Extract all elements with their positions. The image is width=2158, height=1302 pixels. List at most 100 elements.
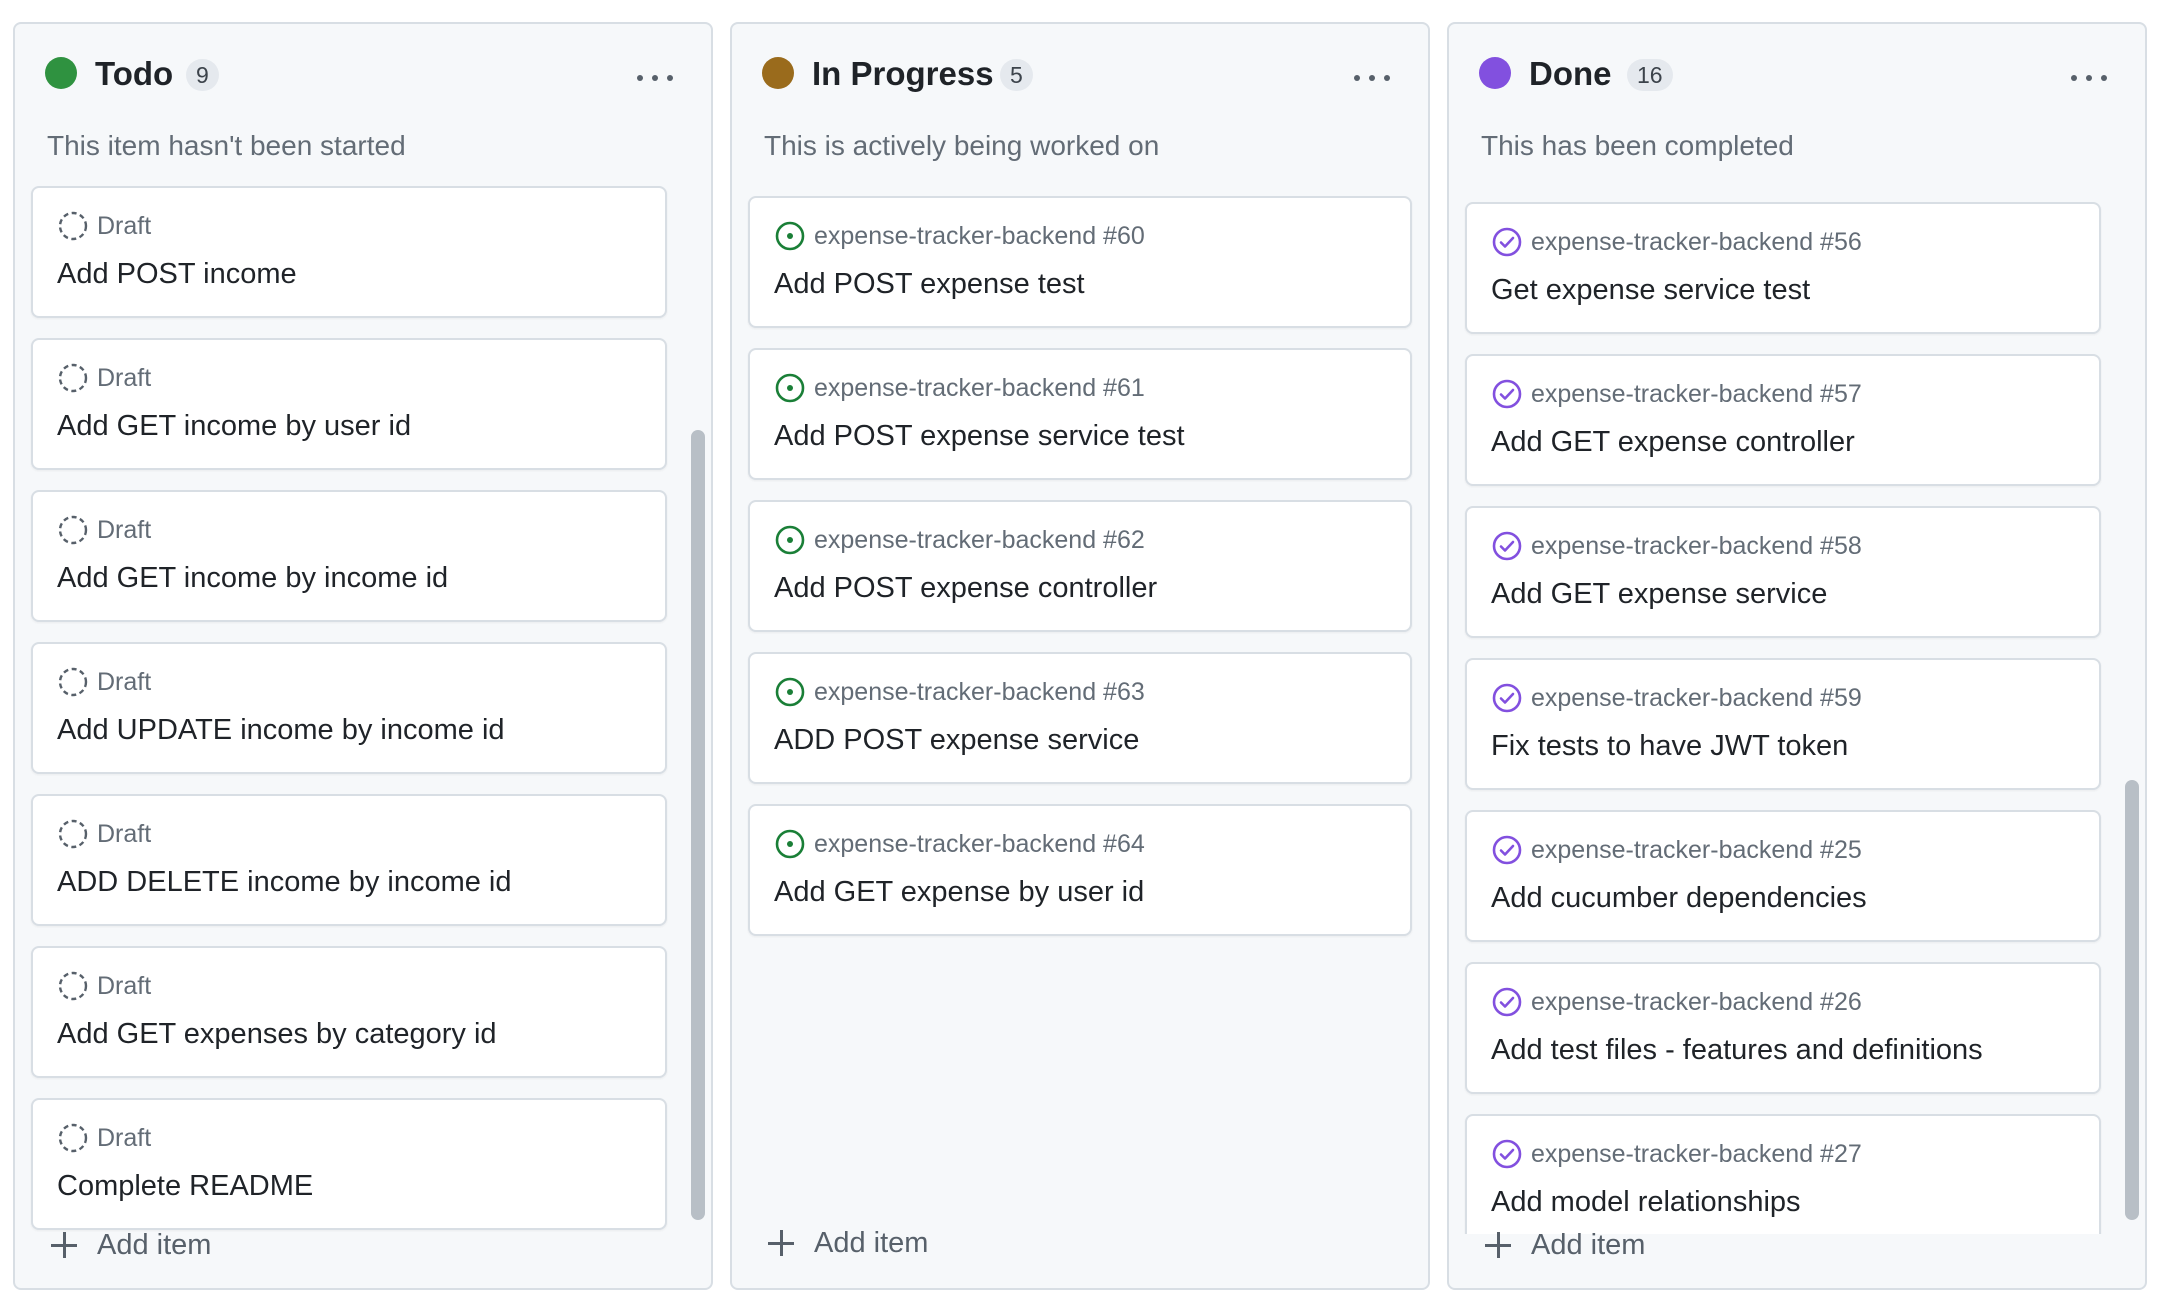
card[interactable]: expense-tracker-backend #64 Add GET expe… — [748, 804, 1412, 936]
card[interactable]: Draft Add POST income — [31, 186, 667, 318]
column-count-badge: 16 — [1627, 59, 1673, 91]
card-meta: Draft — [97, 1123, 152, 1152]
column-card-list: expense-tracker-backend #60 Add POST exp… — [732, 166, 1428, 1234]
draft-icon — [58, 515, 88, 545]
card-title[interactable]: Add GET income by user id — [57, 410, 411, 443]
card-meta: Draft — [97, 211, 152, 240]
card-title[interactable]: Get expense service test — [1491, 274, 1810, 307]
column-count-badge: 9 — [186, 59, 219, 91]
column-header: Done 16 This has been completed — [1449, 24, 2145, 164]
card-meta[interactable]: expense-tracker-backend #27 — [1531, 1140, 1862, 1169]
card[interactable]: Draft Add GET expenses by category id — [31, 946, 667, 1078]
card-title[interactable]: Add UPDATE income by income id — [57, 714, 505, 747]
scrollbar[interactable] — [691, 166, 705, 1234]
closed-issue-icon — [1492, 1139, 1522, 1169]
card-title[interactable]: Add GET expense service — [1491, 578, 1827, 611]
card-title[interactable]: ADD DELETE income by income id — [57, 866, 512, 899]
card-meta[interactable]: expense-tracker-backend #63 — [814, 678, 1145, 707]
card-meta[interactable]: expense-tracker-backend #56 — [1531, 228, 1862, 257]
column-count-badge: 5 — [1000, 59, 1033, 91]
card-meta: Draft — [97, 363, 152, 392]
card-title[interactable]: Add GET expense controller — [1491, 426, 1855, 459]
card-meta[interactable]: expense-tracker-backend #25 — [1531, 836, 1862, 865]
column-title: Done — [1529, 55, 1612, 92]
ellipsis-icon — [637, 75, 643, 81]
ellipsis-icon — [2101, 75, 2107, 81]
project-board: Todo 9 This item hasn't been started Dra… — [0, 0, 2158, 1302]
card-title[interactable]: Add POST expense service test — [774, 420, 1185, 453]
card-title[interactable]: Add GET income by income id — [57, 562, 448, 595]
add-item-button[interactable]: Add item — [768, 1220, 928, 1266]
status-dot-icon — [45, 57, 77, 89]
card-meta[interactable]: expense-tracker-backend #64 — [814, 830, 1145, 859]
card[interactable]: expense-tracker-backend #59 Fix tests to… — [1465, 658, 2101, 790]
scrollbar[interactable] — [2125, 166, 2139, 1234]
card-meta[interactable]: expense-tracker-backend #59 — [1531, 684, 1862, 713]
open-issue-icon — [775, 221, 805, 251]
closed-issue-icon — [1492, 379, 1522, 409]
card-title[interactable]: Add POST income — [57, 258, 297, 291]
card[interactable]: Draft ADD DELETE income by income id — [31, 794, 667, 926]
card-title[interactable]: Complete README — [57, 1170, 313, 1203]
closed-issue-icon — [1492, 683, 1522, 713]
column-done: Done 16 This has been completed expense-… — [1447, 22, 2147, 1290]
ellipsis-icon — [1384, 75, 1390, 81]
card-title[interactable]: Add test files - features and definition… — [1491, 1034, 1983, 1067]
column-menu-button[interactable] — [2069, 68, 2109, 88]
open-issue-icon — [775, 829, 805, 859]
card-title[interactable]: Add cucumber dependencies — [1491, 882, 1867, 915]
card[interactable]: expense-tracker-backend #26 Add test fil… — [1465, 962, 2101, 1094]
card-title[interactable]: Add GET expenses by category id — [57, 1018, 497, 1051]
draft-icon — [58, 211, 88, 241]
card[interactable]: expense-tracker-backend #63 ADD POST exp… — [748, 652, 1412, 784]
open-issue-icon — [775, 677, 805, 707]
scrollbar-thumb[interactable] — [691, 430, 705, 1220]
ellipsis-icon — [2071, 75, 2077, 81]
card-meta: Draft — [97, 819, 152, 848]
column-description: This is actively being worked on — [764, 130, 1160, 161]
card[interactable]: expense-tracker-backend #57 Add GET expe… — [1465, 354, 2101, 486]
card[interactable]: expense-tracker-backend #60 Add POST exp… — [748, 196, 1412, 328]
draft-icon — [58, 363, 88, 393]
closed-issue-icon — [1492, 835, 1522, 865]
card[interactable]: expense-tracker-backend #62 Add POST exp… — [748, 500, 1412, 632]
column-description: This has been completed — [1481, 130, 1794, 161]
card-meta[interactable]: expense-tracker-backend #57 — [1531, 380, 1862, 409]
card[interactable]: expense-tracker-backend #25 Add cucumber… — [1465, 810, 2101, 942]
scrollbar-thumb[interactable] — [2125, 780, 2139, 1220]
column-title: Todo — [95, 55, 174, 92]
plus-icon — [51, 1232, 77, 1258]
card[interactable]: expense-tracker-backend #56 Get expense … — [1465, 202, 2101, 334]
card-meta[interactable]: expense-tracker-backend #26 — [1531, 988, 1862, 1017]
card-meta[interactable]: expense-tracker-backend #62 — [814, 526, 1145, 555]
draft-icon — [58, 667, 88, 697]
card[interactable]: expense-tracker-backend #27 Add model re… — [1465, 1114, 2101, 1234]
closed-issue-icon — [1492, 531, 1522, 561]
card-meta[interactable]: expense-tracker-backend #61 — [814, 374, 1145, 403]
card-title[interactable]: Add POST expense controller — [774, 572, 1157, 605]
add-item-button[interactable]: Add item — [51, 1222, 211, 1268]
card[interactable]: Draft Add UPDATE income by income id — [31, 642, 667, 774]
add-item-label: Add item — [814, 1226, 929, 1259]
card-meta: Draft — [97, 667, 152, 696]
closed-issue-icon — [1492, 227, 1522, 257]
card-meta[interactable]: expense-tracker-backend #60 — [814, 222, 1145, 251]
card[interactable]: Draft Add GET income by user id — [31, 338, 667, 470]
card-title[interactable]: Fix tests to have JWT token — [1491, 730, 1848, 763]
add-item-button[interactable]: Add item — [1485, 1222, 1645, 1268]
card[interactable]: expense-tracker-backend #61 Add POST exp… — [748, 348, 1412, 480]
draft-icon — [58, 971, 88, 1001]
card[interactable]: expense-tracker-backend #58 Add GET expe… — [1465, 506, 2101, 638]
card[interactable]: Draft Complete README — [31, 1098, 667, 1230]
card-title[interactable]: Add model relationships — [1491, 1186, 1801, 1219]
card[interactable]: Draft Add GET income by income id — [31, 490, 667, 622]
card-title[interactable]: Add GET expense by user id — [774, 876, 1144, 909]
column-card-list: expense-tracker-backend #56 Get expense … — [1449, 166, 2145, 1234]
card-meta[interactable]: expense-tracker-backend #58 — [1531, 532, 1862, 561]
column-menu-button[interactable] — [635, 68, 675, 88]
card-title[interactable]: ADD POST expense service — [774, 724, 1139, 757]
card-title[interactable]: Add POST expense test — [774, 268, 1085, 301]
column-menu-button[interactable] — [1352, 68, 1392, 88]
add-item-label: Add item — [97, 1228, 212, 1261]
card-meta: Draft — [97, 515, 152, 544]
